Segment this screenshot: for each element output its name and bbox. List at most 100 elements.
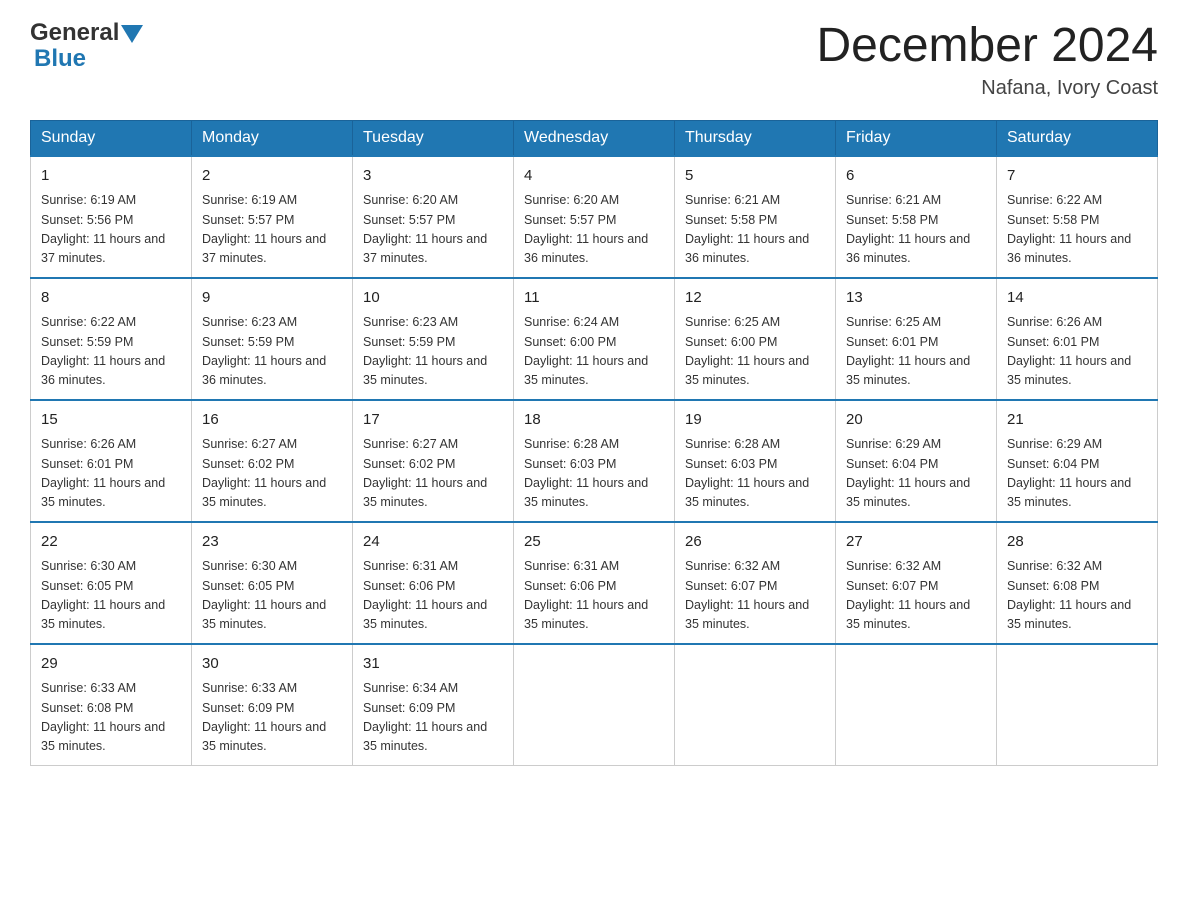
col-thursday: Thursday <box>675 120 836 156</box>
day-info: Sunrise: 6:33 AMSunset: 6:08 PMDaylight:… <box>41 679 181 757</box>
calendar-cell-3: 3 Sunrise: 6:20 AMSunset: 5:57 PMDayligh… <box>353 156 514 278</box>
calendar-cell-18: 18 Sunrise: 6:28 AMSunset: 6:03 PMDaylig… <box>514 400 675 522</box>
calendar-cell-13: 13 Sunrise: 6:25 AMSunset: 6:01 PMDaylig… <box>836 278 997 400</box>
calendar-week-3: 15 Sunrise: 6:26 AMSunset: 6:01 PMDaylig… <box>31 400 1158 522</box>
day-number: 9 <box>202 287 342 310</box>
day-info: Sunrise: 6:26 AMSunset: 6:01 PMDaylight:… <box>41 435 181 513</box>
calendar-cell-28: 28 Sunrise: 6:32 AMSunset: 6:08 PMDaylig… <box>997 522 1158 644</box>
col-monday: Monday <box>192 120 353 156</box>
day-number: 25 <box>524 531 664 554</box>
day-info: Sunrise: 6:32 AMSunset: 6:07 PMDaylight:… <box>685 557 825 635</box>
day-info: Sunrise: 6:29 AMSunset: 6:04 PMDaylight:… <box>1007 435 1147 513</box>
day-number: 18 <box>524 409 664 432</box>
day-info: Sunrise: 6:28 AMSunset: 6:03 PMDaylight:… <box>524 435 664 513</box>
day-info: Sunrise: 6:22 AMSunset: 5:58 PMDaylight:… <box>1007 191 1147 269</box>
day-number: 14 <box>1007 287 1147 310</box>
day-info: Sunrise: 6:23 AMSunset: 5:59 PMDaylight:… <box>202 313 342 391</box>
title-section: December 2024 Nafana, Ivory Coast <box>816 20 1158 100</box>
day-number: 22 <box>41 531 181 554</box>
day-number: 19 <box>685 409 825 432</box>
calendar-empty-cell-w4d5 <box>836 644 997 766</box>
day-info: Sunrise: 6:27 AMSunset: 6:02 PMDaylight:… <box>202 435 342 513</box>
calendar-cell-26: 26 Sunrise: 6:32 AMSunset: 6:07 PMDaylig… <box>675 522 836 644</box>
day-number: 6 <box>846 165 986 188</box>
day-info: Sunrise: 6:22 AMSunset: 5:59 PMDaylight:… <box>41 313 181 391</box>
day-number: 23 <box>202 531 342 554</box>
calendar-cell-20: 20 Sunrise: 6:29 AMSunset: 6:04 PMDaylig… <box>836 400 997 522</box>
calendar-empty-cell-w4d6 <box>997 644 1158 766</box>
calendar-cell-9: 9 Sunrise: 6:23 AMSunset: 5:59 PMDayligh… <box>192 278 353 400</box>
calendar-cell-27: 27 Sunrise: 6:32 AMSunset: 6:07 PMDaylig… <box>836 522 997 644</box>
day-number: 10 <box>363 287 503 310</box>
day-number: 20 <box>846 409 986 432</box>
logo-general-text: General <box>30 20 119 46</box>
calendar-cell-15: 15 Sunrise: 6:26 AMSunset: 6:01 PMDaylig… <box>31 400 192 522</box>
col-wednesday: Wednesday <box>514 120 675 156</box>
col-saturday: Saturday <box>997 120 1158 156</box>
calendar-cell-10: 10 Sunrise: 6:23 AMSunset: 5:59 PMDaylig… <box>353 278 514 400</box>
day-info: Sunrise: 6:25 AMSunset: 6:00 PMDaylight:… <box>685 313 825 391</box>
day-number: 5 <box>685 165 825 188</box>
day-info: Sunrise: 6:21 AMSunset: 5:58 PMDaylight:… <box>846 191 986 269</box>
day-number: 8 <box>41 287 181 310</box>
day-number: 21 <box>1007 409 1147 432</box>
calendar-week-5: 29 Sunrise: 6:33 AMSunset: 6:08 PMDaylig… <box>31 644 1158 766</box>
day-number: 11 <box>524 287 664 310</box>
day-number: 30 <box>202 653 342 676</box>
col-sunday: Sunday <box>31 120 192 156</box>
day-info: Sunrise: 6:32 AMSunset: 6:08 PMDaylight:… <box>1007 557 1147 635</box>
calendar-cell-19: 19 Sunrise: 6:28 AMSunset: 6:03 PMDaylig… <box>675 400 836 522</box>
calendar-cell-25: 25 Sunrise: 6:31 AMSunset: 6:06 PMDaylig… <box>514 522 675 644</box>
day-info: Sunrise: 6:25 AMSunset: 6:01 PMDaylight:… <box>846 313 986 391</box>
calendar-cell-23: 23 Sunrise: 6:30 AMSunset: 6:05 PMDaylig… <box>192 522 353 644</box>
calendar-cell-4: 4 Sunrise: 6:20 AMSunset: 5:57 PMDayligh… <box>514 156 675 278</box>
day-number: 17 <box>363 409 503 432</box>
day-info: Sunrise: 6:27 AMSunset: 6:02 PMDaylight:… <box>363 435 503 513</box>
calendar-week-4: 22 Sunrise: 6:30 AMSunset: 6:05 PMDaylig… <box>31 522 1158 644</box>
day-info: Sunrise: 6:20 AMSunset: 5:57 PMDaylight:… <box>524 191 664 269</box>
logo-arrow-icon <box>121 25 143 43</box>
calendar-cell-22: 22 Sunrise: 6:30 AMSunset: 6:05 PMDaylig… <box>31 522 192 644</box>
calendar-cell-29: 29 Sunrise: 6:33 AMSunset: 6:08 PMDaylig… <box>31 644 192 766</box>
day-info: Sunrise: 6:19 AMSunset: 5:56 PMDaylight:… <box>41 191 181 269</box>
calendar-week-1: 1 Sunrise: 6:19 AMSunset: 5:56 PMDayligh… <box>31 156 1158 278</box>
calendar-cell-12: 12 Sunrise: 6:25 AMSunset: 6:00 PMDaylig… <box>675 278 836 400</box>
calendar-empty-cell-w4d4 <box>675 644 836 766</box>
day-info: Sunrise: 6:30 AMSunset: 6:05 PMDaylight:… <box>202 557 342 635</box>
day-number: 31 <box>363 653 503 676</box>
day-number: 7 <box>1007 165 1147 188</box>
logo: General Blue <box>30 20 143 73</box>
day-number: 29 <box>41 653 181 676</box>
calendar-empty-cell-w4d3 <box>514 644 675 766</box>
day-number: 15 <box>41 409 181 432</box>
calendar-cell-16: 16 Sunrise: 6:27 AMSunset: 6:02 PMDaylig… <box>192 400 353 522</box>
calendar-cell-5: 5 Sunrise: 6:21 AMSunset: 5:58 PMDayligh… <box>675 156 836 278</box>
day-number: 4 <box>524 165 664 188</box>
calendar-cell-30: 30 Sunrise: 6:33 AMSunset: 6:09 PMDaylig… <box>192 644 353 766</box>
logo-blue-text: Blue <box>34 46 143 72</box>
day-info: Sunrise: 6:29 AMSunset: 6:04 PMDaylight:… <box>846 435 986 513</box>
day-info: Sunrise: 6:28 AMSunset: 6:03 PMDaylight:… <box>685 435 825 513</box>
month-title: December 2024 <box>816 20 1158 73</box>
day-info: Sunrise: 6:20 AMSunset: 5:57 PMDaylight:… <box>363 191 503 269</box>
calendar-cell-8: 8 Sunrise: 6:22 AMSunset: 5:59 PMDayligh… <box>31 278 192 400</box>
day-info: Sunrise: 6:31 AMSunset: 6:06 PMDaylight:… <box>524 557 664 635</box>
day-info: Sunrise: 6:31 AMSunset: 6:06 PMDaylight:… <box>363 557 503 635</box>
calendar-cell-14: 14 Sunrise: 6:26 AMSunset: 6:01 PMDaylig… <box>997 278 1158 400</box>
day-info: Sunrise: 6:26 AMSunset: 6:01 PMDaylight:… <box>1007 313 1147 391</box>
day-number: 13 <box>846 287 986 310</box>
col-friday: Friday <box>836 120 997 156</box>
calendar-cell-11: 11 Sunrise: 6:24 AMSunset: 6:00 PMDaylig… <box>514 278 675 400</box>
day-info: Sunrise: 6:33 AMSunset: 6:09 PMDaylight:… <box>202 679 342 757</box>
calendar-cell-1: 1 Sunrise: 6:19 AMSunset: 5:56 PMDayligh… <box>31 156 192 278</box>
day-number: 1 <box>41 165 181 188</box>
calendar-cell-24: 24 Sunrise: 6:31 AMSunset: 6:06 PMDaylig… <box>353 522 514 644</box>
day-number: 26 <box>685 531 825 554</box>
calendar-cell-6: 6 Sunrise: 6:21 AMSunset: 5:58 PMDayligh… <box>836 156 997 278</box>
day-number: 2 <box>202 165 342 188</box>
day-info: Sunrise: 6:23 AMSunset: 5:59 PMDaylight:… <box>363 313 503 391</box>
day-info: Sunrise: 6:24 AMSunset: 6:00 PMDaylight:… <box>524 313 664 391</box>
day-info: Sunrise: 6:19 AMSunset: 5:57 PMDaylight:… <box>202 191 342 269</box>
day-info: Sunrise: 6:30 AMSunset: 6:05 PMDaylight:… <box>41 557 181 635</box>
calendar-cell-7: 7 Sunrise: 6:22 AMSunset: 5:58 PMDayligh… <box>997 156 1158 278</box>
